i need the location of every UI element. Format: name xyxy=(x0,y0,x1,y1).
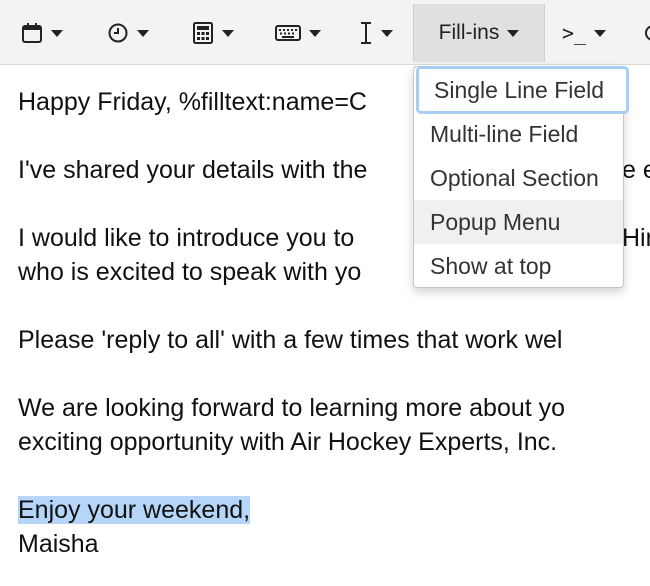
editor-line-signoff: Enjoy your weekend, xyxy=(18,495,251,525)
editor-line-forward: We are looking forward to learning more … xyxy=(18,394,566,422)
editor-line-shared-tail: e e xyxy=(622,156,650,184)
editor-line-reply: Please 'reply to all' with a few times t… xyxy=(18,326,563,354)
fillins-dropdown-menu: Single Line Field Multi-line Field Optio… xyxy=(413,66,629,288)
fillins-menu-button[interactable]: Fill-ins xyxy=(413,4,545,62)
chevron-down-icon xyxy=(51,29,63,37)
editor-line-greeting: Happy Friday, %filltext:name=C xyxy=(18,88,367,116)
insert-command-button[interactable]: >_ xyxy=(556,6,612,60)
keyboard-icon xyxy=(275,24,301,42)
editor-line-opportunity: exciting opportunity with Air Hockey Exp… xyxy=(18,428,558,456)
editor-line-introduce-tail: Hir xyxy=(622,224,650,252)
partial-icon xyxy=(639,22,650,44)
clock-icon xyxy=(107,22,129,44)
editor-line-excited: who is excited to speak with yo xyxy=(18,258,362,286)
calculator-icon xyxy=(192,22,214,44)
chevron-down-icon xyxy=(222,29,234,37)
text-selection[interactable]: Enjoy your weekend, xyxy=(18,496,251,524)
insert-date-button[interactable] xyxy=(14,6,70,60)
editor-line-introduce: I would like to introduce you to xyxy=(18,224,355,252)
insert-formula-button[interactable] xyxy=(185,6,241,60)
editor-line-shared: I've shared your details with the xyxy=(18,156,368,184)
insert-time-button[interactable] xyxy=(100,6,156,60)
menu-item-show-at-top[interactable]: Show at top xyxy=(414,244,623,288)
menu-item-multi-line-field[interactable]: Multi-line Field xyxy=(414,112,623,156)
insert-cursor-button[interactable] xyxy=(352,6,400,60)
chevron-down-icon xyxy=(381,29,393,37)
editor-line-signature: Maisha xyxy=(18,530,99,558)
menu-item-single-line-field[interactable]: Single Line Field xyxy=(416,66,629,114)
insert-keystroke-button[interactable] xyxy=(270,6,326,60)
calendar-icon xyxy=(21,22,43,44)
chevron-down-icon xyxy=(309,29,321,37)
chevron-down-icon xyxy=(594,29,607,37)
menu-item-popup-menu[interactable]: Popup Menu xyxy=(414,200,623,244)
chevron-down-icon xyxy=(137,29,149,37)
terminal-icon: >_ xyxy=(561,21,587,45)
text-cursor-icon xyxy=(359,21,373,45)
fillins-label: Fill-ins xyxy=(438,21,500,44)
overflow-tool-button[interactable] xyxy=(636,6,650,60)
menu-item-optional-section[interactable]: Optional Section xyxy=(414,156,623,200)
chevron-down-icon xyxy=(507,29,520,37)
toolbar: Fill-ins >_ xyxy=(0,0,650,65)
